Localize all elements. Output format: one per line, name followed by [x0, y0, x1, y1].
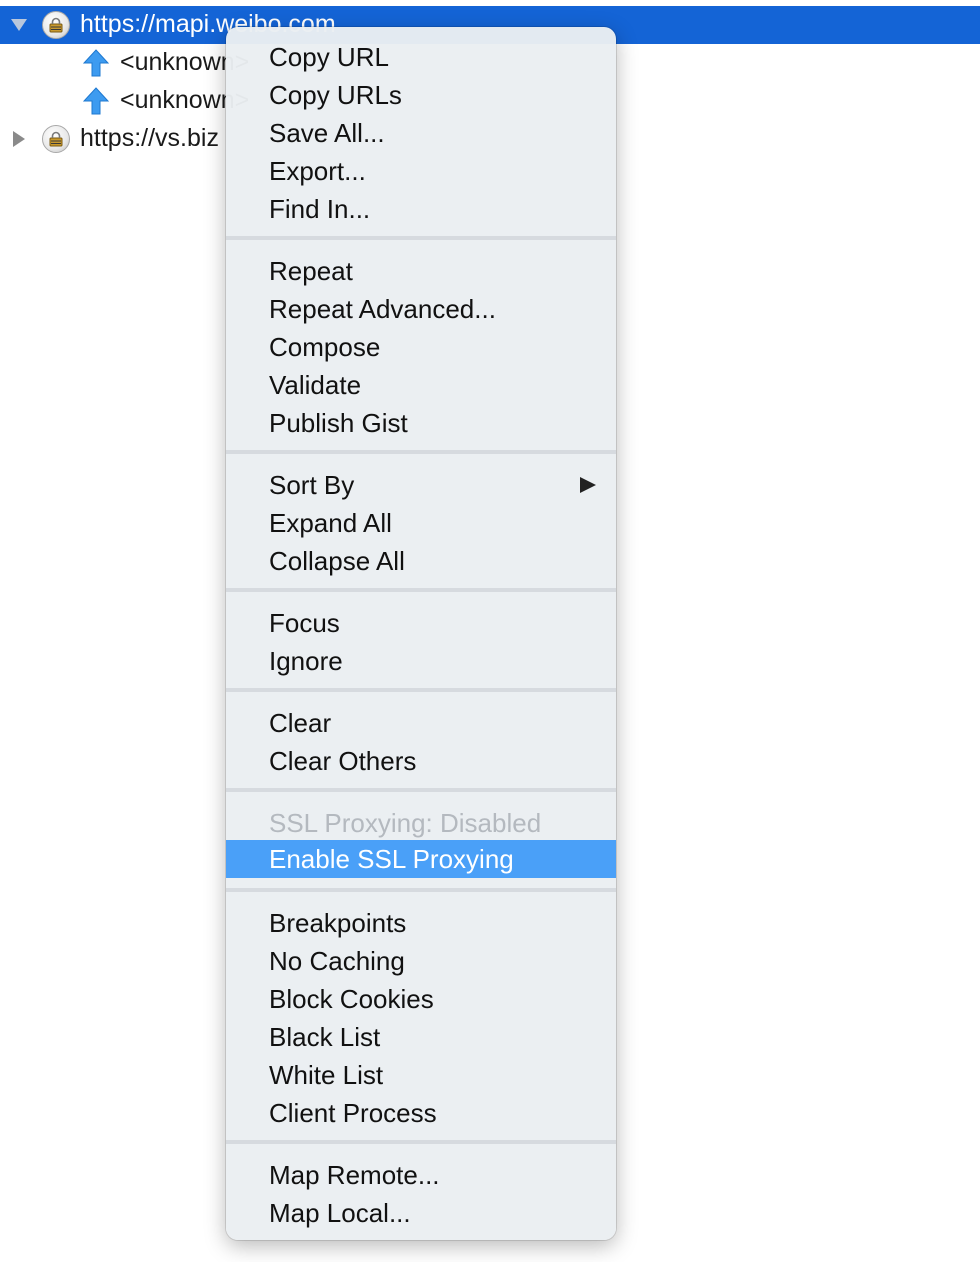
menu-separator — [226, 588, 616, 592]
menu-item-find-in[interactable]: Find In... — [226, 190, 616, 228]
menu-item-black-list[interactable]: Black List — [226, 1018, 616, 1056]
menu-separator — [226, 236, 616, 240]
menu-item-export[interactable]: Export... — [226, 152, 616, 190]
menu-item-no-caching[interactable]: No Caching — [226, 942, 616, 980]
submenu-arrow-icon — [580, 477, 596, 493]
menu-item-enable-ssl-proxying[interactable]: Enable SSL Proxying — [226, 840, 616, 878]
menu-item-white-list[interactable]: White List — [226, 1056, 616, 1094]
menu-separator — [226, 888, 616, 892]
menu-item-collapse-all[interactable]: Collapse All — [226, 542, 616, 580]
menu-item-sort-by[interactable]: Sort By — [226, 466, 616, 504]
menu-item-map-local[interactable]: Map Local... — [226, 1194, 616, 1232]
host-label: https://vs.biz — [80, 124, 219, 152]
upload-arrow-icon — [83, 49, 109, 77]
menu-separator — [226, 688, 616, 692]
menu-item-expand-all[interactable]: Expand All — [226, 504, 616, 542]
menu-item-repeat-advanced[interactable]: Repeat Advanced... — [226, 290, 616, 328]
menu-item-publish-gist[interactable]: Publish Gist — [226, 404, 616, 442]
menu-item-copy-urls[interactable]: Copy URLs — [226, 76, 616, 114]
menu-separator — [226, 1140, 616, 1144]
menu-item-map-remote[interactable]: Map Remote... — [226, 1156, 616, 1194]
menu-item-breakpoints[interactable]: Breakpoints — [226, 904, 616, 942]
menu-item-clear[interactable]: Clear — [226, 704, 616, 742]
menu-separator — [226, 450, 616, 454]
disclosure-collapsed-icon[interactable] — [11, 131, 27, 147]
menu-item-validate[interactable]: Validate — [226, 366, 616, 404]
menu-separator — [226, 788, 616, 792]
menu-item-clear-others[interactable]: Clear Others — [226, 742, 616, 780]
menu-item-compose[interactable]: Compose — [226, 328, 616, 366]
menu-item-label: Sort By — [269, 470, 355, 500]
menu-item-client-process[interactable]: Client Process — [226, 1094, 616, 1132]
disclosure-expanded-icon[interactable] — [11, 17, 27, 33]
menu-item-ignore[interactable]: Ignore — [226, 642, 616, 680]
lock-icon — [42, 11, 70, 39]
menu-item-block-cookies[interactable]: Block Cookies — [226, 980, 616, 1018]
menu-item-save-all[interactable]: Save All... — [226, 114, 616, 152]
menu-item-ssl-proxying-status: SSL Proxying: Disabled — [269, 808, 542, 838]
menu-item-repeat[interactable]: Repeat — [226, 252, 616, 290]
context-menu: Copy URL Copy URLs Save All... Export...… — [226, 27, 616, 1240]
lock-icon — [42, 125, 70, 153]
menu-item-focus[interactable]: Focus — [226, 604, 616, 642]
upload-arrow-icon — [83, 87, 109, 115]
menu-item-copy-url[interactable]: Copy URL — [226, 38, 616, 76]
